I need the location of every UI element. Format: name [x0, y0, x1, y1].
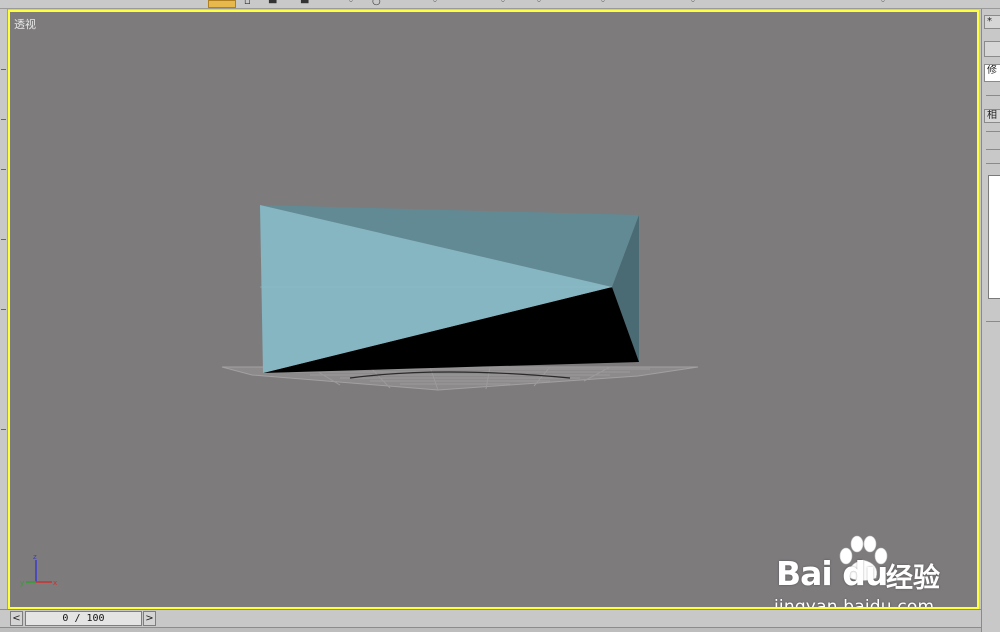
command-panel: * 修 相: [981, 9, 1000, 632]
time-track[interactable]: [0, 627, 981, 632]
edge-tick: [1, 69, 6, 70]
panel-divider: [986, 149, 1000, 150]
panel-divider: [986, 131, 1000, 132]
panel-divider: [986, 321, 1000, 322]
toolbar-active-button[interactable]: [208, 0, 236, 8]
baidu-watermark: Bai du 经验 jingyan.baidu.com: [770, 534, 970, 609]
toolbar-icon[interactable]: ◦: [536, 0, 542, 7]
edge-tick: [1, 309, 6, 310]
toolbar-icon[interactable]: ▬: [268, 0, 277, 7]
next-frame-icon[interactable]: >: [143, 611, 156, 626]
edge-tick: [1, 119, 6, 120]
axis-x-label: x: [53, 579, 57, 587]
scene-canvas[interactable]: [10, 12, 979, 609]
watermark-product: 经验: [886, 563, 940, 594]
axis-z-label: z: [33, 553, 37, 561]
left-edge-strip: [0, 9, 8, 609]
panel-name-field[interactable]: [984, 41, 1000, 57]
max-application-window: ▫ ▬ ▬ ◦ ○ ◦ ◦ ◦ ◦ ◦ ◦ 透视 z x y Bai du 经验…: [0, 0, 1000, 632]
toolbar-icon[interactable]: ▬: [300, 0, 309, 7]
watermark-url: jingyan.baidu.com: [774, 597, 935, 609]
edge-tick: [1, 239, 6, 240]
toolbar-icon[interactable]: ◦: [348, 0, 354, 7]
edge-tick: [1, 429, 6, 430]
axis-y-label: y: [20, 579, 24, 587]
watermark-brand: Bai du: [776, 554, 888, 593]
create-tab[interactable]: *: [984, 15, 1000, 29]
modifier-stack-button[interactable]: 相: [984, 109, 1000, 123]
panel-divider: [986, 95, 1000, 96]
toolbar-icon[interactable]: ○: [372, 0, 381, 7]
toolbar-icon[interactable]: ◦: [500, 0, 506, 7]
modifier-dropdown[interactable]: 修: [984, 64, 1000, 82]
perspective-viewport[interactable]: 透视 z x y Bai du 经验 jingyan.baidu.com: [8, 10, 979, 609]
prev-frame-icon[interactable]: <: [10, 611, 23, 626]
axis-gizmo-icon: z x y: [20, 553, 57, 587]
modifier-list[interactable]: [988, 175, 1000, 299]
toolbar-icon[interactable]: ◦: [432, 0, 438, 7]
toolbar-icon[interactable]: ◦: [690, 0, 696, 7]
panel-divider: [986, 163, 1000, 164]
toolbar-icon[interactable]: ▫: [244, 0, 251, 7]
main-toolbar: ▫ ▬ ▬ ◦ ○ ◦ ◦ ◦ ◦ ◦ ◦: [0, 0, 1000, 9]
toolbar-icon[interactable]: ◦: [880, 0, 886, 7]
time-slider-thumb[interactable]: 0 / 100: [25, 611, 142, 626]
box-object[interactable]: [260, 205, 639, 373]
toolbar-icon[interactable]: ◦: [600, 0, 606, 7]
time-slider-bar: < 0 / 100 >: [0, 609, 981, 632]
edge-tick: [1, 169, 6, 170]
